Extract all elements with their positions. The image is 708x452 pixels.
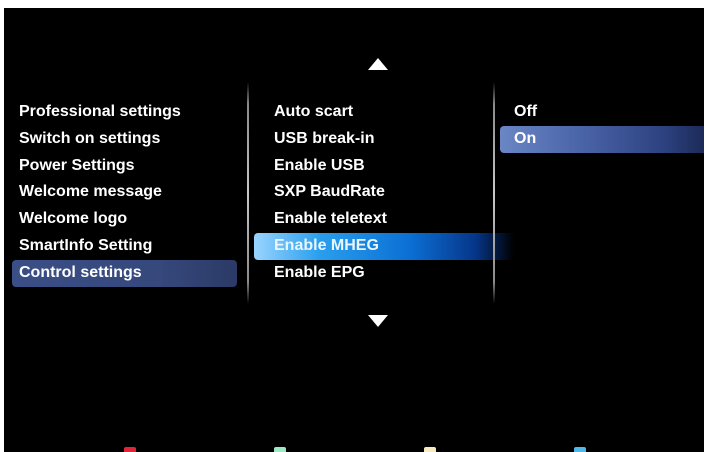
menu-column-categories: Professional settings Switch on settings… xyxy=(4,99,240,287)
tv-screen: Professional settings Switch on settings… xyxy=(4,8,704,452)
scroll-down-icon[interactable] xyxy=(368,315,388,327)
menu-item-auto-scart[interactable]: Auto scart xyxy=(250,99,496,126)
menu-column-control-settings: Auto scart USB break-in Enable USB SXP B… xyxy=(250,99,514,287)
blue-key-icon[interactable] xyxy=(574,447,586,452)
column-divider xyxy=(493,82,495,304)
menu-item-enable-epg[interactable]: Enable EPG xyxy=(250,260,496,287)
menu-item-welcome-message[interactable]: Welcome message xyxy=(4,179,240,206)
menu-item-welcome-logo[interactable]: Welcome logo xyxy=(4,206,240,233)
menu-item-switch-on-settings[interactable]: Switch on settings xyxy=(4,126,240,153)
menu-item-enable-mheg[interactable]: Enable MHEG xyxy=(254,232,514,260)
option-on[interactable]: On xyxy=(500,125,704,153)
menu-item-control-settings[interactable]: Control settings xyxy=(12,259,237,287)
menu-item-smartinfo-setting[interactable]: SmartInfo Setting xyxy=(4,233,240,260)
menu-item-power-settings[interactable]: Power Settings xyxy=(4,153,240,180)
scroll-up-icon[interactable] xyxy=(368,58,388,70)
menu-item-enable-teletext[interactable]: Enable teletext xyxy=(250,206,496,233)
option-off[interactable]: Off xyxy=(496,99,704,126)
color-key-bar xyxy=(4,446,704,452)
menu-item-professional-settings[interactable]: Professional settings xyxy=(4,99,240,126)
yellow-key-icon[interactable] xyxy=(424,447,436,452)
green-key-icon[interactable] xyxy=(274,447,286,452)
red-key-icon[interactable] xyxy=(124,447,136,452)
menu-item-usb-break-in[interactable]: USB break-in xyxy=(250,126,496,153)
menu-item-enable-usb[interactable]: Enable USB xyxy=(250,153,496,180)
column-divider xyxy=(247,82,249,304)
menu-item-sxp-baudrate[interactable]: SXP BaudRate xyxy=(250,179,496,206)
menu-column-options: Off On xyxy=(496,99,704,153)
